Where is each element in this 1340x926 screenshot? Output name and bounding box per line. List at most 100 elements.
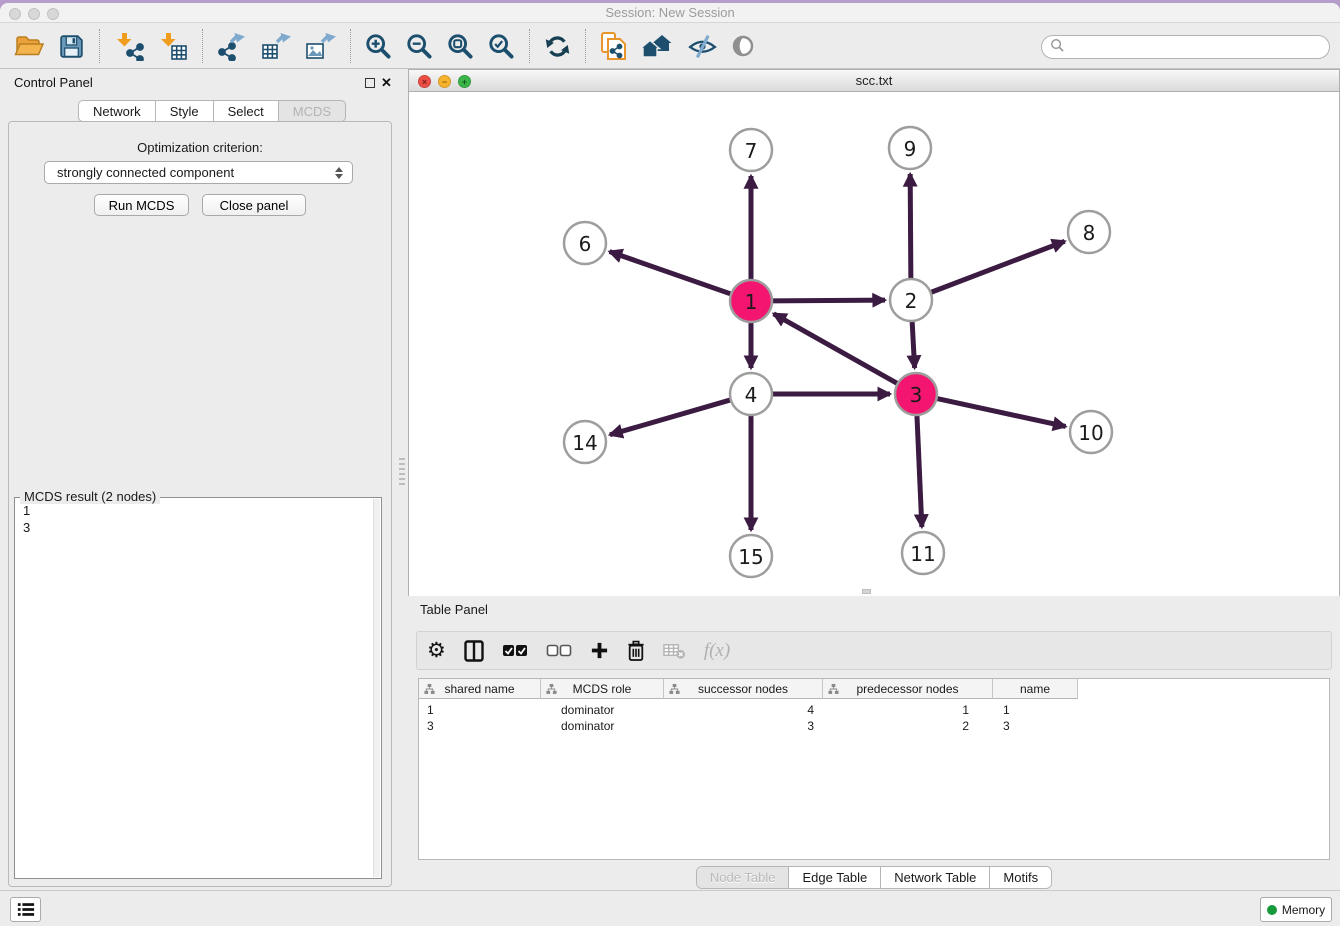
graph-edge-4-14[interactable]: [610, 400, 731, 435]
show-columns-icon[interactable]: [464, 636, 484, 666]
function-builder-icon: f(x): [704, 636, 730, 666]
graph-edge-2-3[interactable]: [912, 321, 915, 368]
select-all-checkboxes-icon[interactable]: [502, 636, 528, 666]
export-network-icon[interactable]: [210, 26, 254, 66]
graph-node-label-8: 8: [1083, 221, 1096, 245]
deselect-all-checkboxes-icon[interactable]: [546, 636, 572, 666]
settings-gear-icon[interactable]: ⚙: [427, 636, 446, 666]
network-view-window: × − + scc.txt 1234678910111415: [408, 69, 1340, 596]
control-panel: Control Panel ✕ Network Style Select MCD…: [0, 69, 400, 893]
network-canvas[interactable]: 1234678910111415: [409, 92, 1339, 596]
mcds-result-text[interactable]: 1 3: [16, 499, 372, 877]
mcds-result-group: MCDS result (2 nodes) 1 3: [14, 497, 382, 879]
hierarchy-icon: [828, 683, 839, 698]
tab-select[interactable]: Select: [213, 100, 278, 122]
graph-node-label-6: 6: [579, 232, 592, 256]
memory-button[interactable]: Memory: [1260, 897, 1332, 922]
column-header-name[interactable]: name: [993, 679, 1078, 699]
clone-network-icon[interactable]: [593, 26, 634, 66]
tab-node-table[interactable]: Node Table: [697, 867, 790, 888]
cell-predecessor-nodes[interactable]: 2: [823, 718, 993, 734]
import-network-icon[interactable]: [107, 26, 151, 66]
tab-network[interactable]: Network: [78, 100, 155, 122]
graph-edge-3-10[interactable]: [937, 398, 1066, 426]
tab-style[interactable]: Style: [155, 100, 213, 122]
open-file-icon[interactable]: [7, 26, 51, 66]
delete-column-trash-icon[interactable]: [627, 636, 645, 666]
zoom-fit-icon[interactable]: [440, 26, 481, 66]
toolbar-separator: [202, 29, 203, 63]
table-panel-tabs: Node Table Edge Table Network Table Moti…: [408, 866, 1340, 889]
cell-name[interactable]: 1: [993, 702, 1078, 718]
graph-edge-1-2[interactable]: [772, 300, 885, 301]
export-image-icon[interactable]: [298, 26, 343, 66]
search-input[interactable]: [1041, 35, 1330, 59]
graph-edge-1-6[interactable]: [610, 252, 732, 294]
task-history-button[interactable]: [10, 897, 41, 922]
cell-shared-name[interactable]: 1: [419, 702, 541, 718]
zoom-out-icon[interactable]: [399, 26, 440, 66]
tab-network-table[interactable]: Network Table: [881, 867, 990, 888]
control-panel-float-icon[interactable]: [365, 78, 375, 88]
zoom-in-icon[interactable]: [358, 26, 399, 66]
cell-shared-name[interactable]: 3: [419, 718, 541, 734]
save-session-icon[interactable]: [51, 26, 92, 66]
graph-edge-2-8[interactable]: [931, 241, 1065, 292]
import-table-icon[interactable]: [151, 26, 195, 66]
cell-successor-nodes[interactable]: 4: [664, 702, 823, 718]
graph-node-label-2: 2: [905, 289, 918, 313]
tab-motifs[interactable]: Motifs: [990, 867, 1051, 888]
table-toolbar: ⚙ f(x): [416, 631, 1332, 670]
cell-mcds-role[interactable]: dominator: [541, 718, 664, 734]
table-row[interactable]: 3 dominator 3 2 3: [419, 718, 1078, 734]
hierarchy-icon: [546, 683, 557, 698]
add-column-icon[interactable]: [590, 636, 609, 666]
hierarchy-icon: [424, 683, 435, 698]
hide-selected-eye-slash-icon[interactable]: [681, 26, 724, 66]
node-table: shared name MCDS role successor nodes pr…: [418, 678, 1330, 860]
graph-edge-3-11[interactable]: [917, 415, 922, 527]
window-title: Session: New Session: [0, 5, 1340, 20]
graph-node-label-4: 4: [745, 383, 758, 407]
graph-edge-3-1[interactable]: [774, 314, 898, 384]
export-table-icon[interactable]: [254, 26, 298, 66]
network-window-titlebar[interactable]: × − + scc.txt: [409, 70, 1339, 92]
hierarchy-icon: [669, 683, 680, 698]
close-panel-button[interactable]: Close panel: [202, 194, 306, 216]
render-detail-sphere-icon[interactable]: [724, 26, 762, 66]
toolbar-separator: [585, 29, 586, 63]
table-row[interactable]: 1 dominator 4 1 1: [419, 702, 1078, 718]
graph-node-label-3: 3: [910, 383, 923, 407]
cell-mcds-role[interactable]: dominator: [541, 702, 664, 718]
optimization-criterion-select[interactable]: strongly connected component: [44, 161, 353, 184]
panel-divider-grip[interactable]: [399, 458, 405, 488]
control-panel-close-icon[interactable]: ✕: [381, 75, 392, 91]
application-window: Session: New Session: [0, 3, 1340, 926]
column-header-predecessor-nodes[interactable]: predecessor nodes: [823, 679, 993, 699]
control-panel-tabs: Network Style Select MCDS: [78, 100, 346, 122]
mcds-result-scrollbar[interactable]: [373, 499, 380, 877]
column-header-successor-nodes[interactable]: successor nodes: [664, 679, 823, 699]
memory-status-dot: [1267, 905, 1277, 915]
toolbar-separator: [529, 29, 530, 63]
tab-edge-table[interactable]: Edge Table: [789, 867, 881, 888]
apply-layout-icon[interactable]: [537, 26, 578, 66]
toolbar-separator: [350, 29, 351, 63]
cell-successor-nodes[interactable]: 3: [664, 718, 823, 734]
canvas-resize-grip[interactable]: [862, 589, 871, 594]
graph-edge-2-9[interactable]: [910, 174, 911, 279]
cell-predecessor-nodes[interactable]: 1: [823, 702, 993, 718]
first-neighbors-houses-icon[interactable]: [634, 26, 681, 66]
column-header-mcds-role[interactable]: MCDS role: [541, 679, 664, 699]
table-panel: Table Panel ✕ ⚙ f(x): [408, 598, 1340, 893]
select-stepper-icon: [332, 165, 346, 181]
status-bar: Memory: [0, 890, 1340, 926]
graph-node-label-11: 11: [910, 542, 935, 566]
run-mcds-button[interactable]: Run MCDS: [94, 194, 189, 216]
tab-mcds[interactable]: MCDS: [278, 100, 346, 122]
main-toolbar: [0, 24, 1340, 69]
column-header-shared-name[interactable]: shared name: [419, 679, 541, 699]
cell-name[interactable]: 3: [993, 718, 1078, 734]
zoom-selected-icon[interactable]: [481, 26, 522, 66]
network-graph: 1234678910111415: [409, 92, 1339, 596]
